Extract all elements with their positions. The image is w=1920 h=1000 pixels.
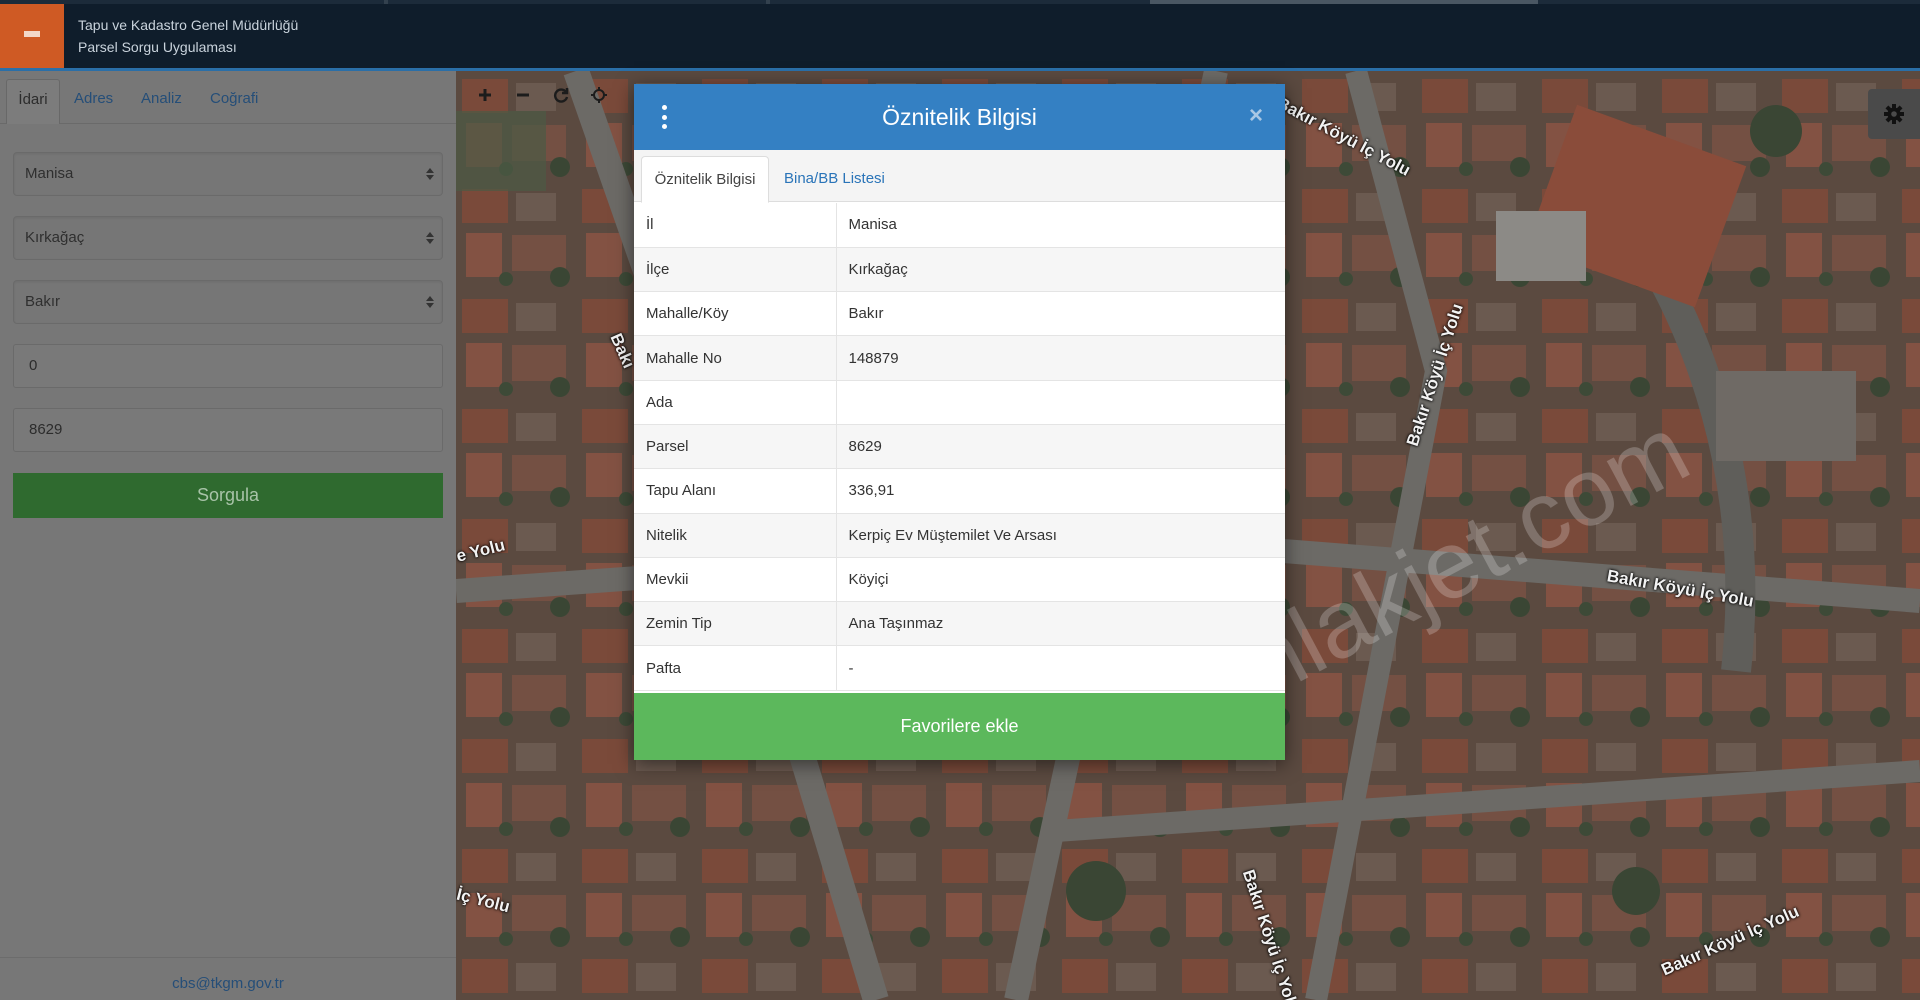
table-row: Mahalle No 148879 (634, 335, 1285, 381)
attr-value: Kerpiç Ev Müştemilet Ve Arsası (836, 513, 1285, 558)
org-name: Tapu ve Kadastro Genel Müdürlüğü (78, 17, 299, 33)
locate-icon (591, 87, 607, 103)
attr-key: Mevkii (634, 557, 837, 603)
close-icon[interactable]: × (1244, 102, 1268, 130)
attr-value: Kırkağaç (836, 247, 1285, 293)
select-arrows-icon (426, 230, 434, 246)
locate-button[interactable] (580, 77, 618, 113)
gear-icon (1884, 104, 1904, 124)
attr-key: Tapu Alanı (634, 468, 837, 514)
attr-key: Ada (634, 380, 837, 425)
zoom-in-button[interactable] (466, 77, 504, 113)
attr-value: Köyiçi (836, 557, 1285, 603)
tab-cografi[interactable]: Coğrafi (210, 79, 258, 124)
province-select-value: Manisa (25, 165, 74, 182)
attr-key: Mahalle/Köy (634, 291, 837, 337)
attr-key: Nitelik (634, 513, 837, 558)
attr-key: Pafta (634, 645, 837, 691)
app-title: Tapu ve Kadastro Genel Müdürlüğü Parsel … (78, 14, 298, 58)
app-header: Tapu ve Kadastro Genel Müdürlüğü Parsel … (0, 0, 1920, 71)
attr-key: İlçe (634, 247, 837, 293)
sidebar-footer: cbs@tkgm.gov.tr (0, 957, 456, 1000)
attr-key: Mahalle No (634, 335, 837, 381)
settings-button[interactable] (1868, 89, 1920, 139)
modal-tabs: Öznitelik Bilgisi Bina/BB Listesi (634, 150, 1285, 203)
table-row: Parsel 8629 (634, 424, 1285, 470)
attr-key: İl (634, 203, 837, 248)
neighborhood-select-value: Bakır (25, 293, 61, 310)
zoom-out-icon (517, 93, 529, 97)
attr-value: 8629 (836, 424, 1285, 470)
app-name: Parsel Sorgu Uygulaması (78, 39, 237, 55)
district-select-value: Kırkağaç (25, 229, 85, 246)
table-row: İlçe Kırkağaç (634, 247, 1285, 293)
province-select[interactable]: Manisa (13, 152, 443, 196)
parcel-input[interactable]: 8629 (13, 408, 443, 452)
menu-button[interactable] (0, 4, 64, 70)
select-arrows-icon (426, 294, 434, 310)
tab-idari[interactable]: İdari (6, 79, 60, 124)
hamburger-icon (24, 31, 40, 43)
attr-value (836, 380, 1285, 425)
tab-adres[interactable]: Adres (74, 79, 113, 124)
attribute-info-modal: Öznitelik Bilgisi × Öznitelik Bilgisi Bi… (634, 84, 1285, 760)
modal-header: Öznitelik Bilgisi × (634, 84, 1285, 150)
attr-value: 148879 (836, 335, 1285, 381)
table-row: Pafta - (634, 645, 1285, 691)
contact-email-link[interactable]: cbs@tkgm.gov.tr (172, 975, 284, 992)
map-toolbar (466, 77, 618, 113)
query-button[interactable]: Sorgula (13, 473, 443, 518)
table-row: Ada (634, 380, 1285, 425)
attr-value: Manisa (836, 203, 1285, 248)
attr-value: Bakır (836, 291, 1285, 337)
attr-value: - (836, 645, 1285, 691)
refresh-icon (554, 88, 569, 103)
header-topline (0, 0, 1920, 4)
tab-analiz[interactable]: Analiz (141, 79, 182, 124)
table-row: Zemin Tip Ana Taşınmaz (634, 601, 1285, 647)
attr-key: Parsel (634, 424, 837, 470)
district-select[interactable]: Kırkağaç (13, 216, 443, 260)
sidebar-tabs: İdari Adres Analiz Coğrafi (0, 71, 456, 124)
table-row: Mahalle/Köy Bakır (634, 291, 1285, 337)
add-to-favorites-button[interactable]: Favorilere ekle (634, 693, 1285, 760)
zoom-out-button[interactable] (504, 77, 542, 113)
attr-key: Zemin Tip (634, 601, 837, 647)
table-row: Nitelik Kerpiç Ev Müştemilet Ve Arsası (634, 513, 1285, 558)
sidebar: İdari Adres Analiz Coğrafi Manisa Kırkağ… (0, 71, 456, 1000)
refresh-button[interactable] (542, 77, 580, 113)
attr-value: Ana Taşınmaz (836, 601, 1285, 647)
kebab-icon[interactable] (660, 105, 668, 129)
attr-value: 336,91 (836, 468, 1285, 514)
tab-building-list[interactable]: Bina/BB Listesi (784, 156, 885, 203)
neighborhood-select[interactable]: Bakır (13, 280, 443, 324)
table-row: Tapu Alanı 336,91 (634, 468, 1285, 514)
select-arrows-icon (426, 166, 434, 182)
tab-attribute-info[interactable]: Öznitelik Bilgisi (641, 156, 769, 203)
table-row: Mevkii Köyiçi (634, 557, 1285, 603)
attribute-table: İl Manisa İlçe Kırkağaç Mahalle/Köy Bakır M… (634, 203, 1285, 691)
zoom-in-icon (479, 89, 491, 101)
block-input[interactable]: 0 (13, 344, 443, 388)
modal-title: Öznitelik Bilgisi (882, 104, 1037, 130)
table-row: İl Manisa (634, 203, 1285, 248)
